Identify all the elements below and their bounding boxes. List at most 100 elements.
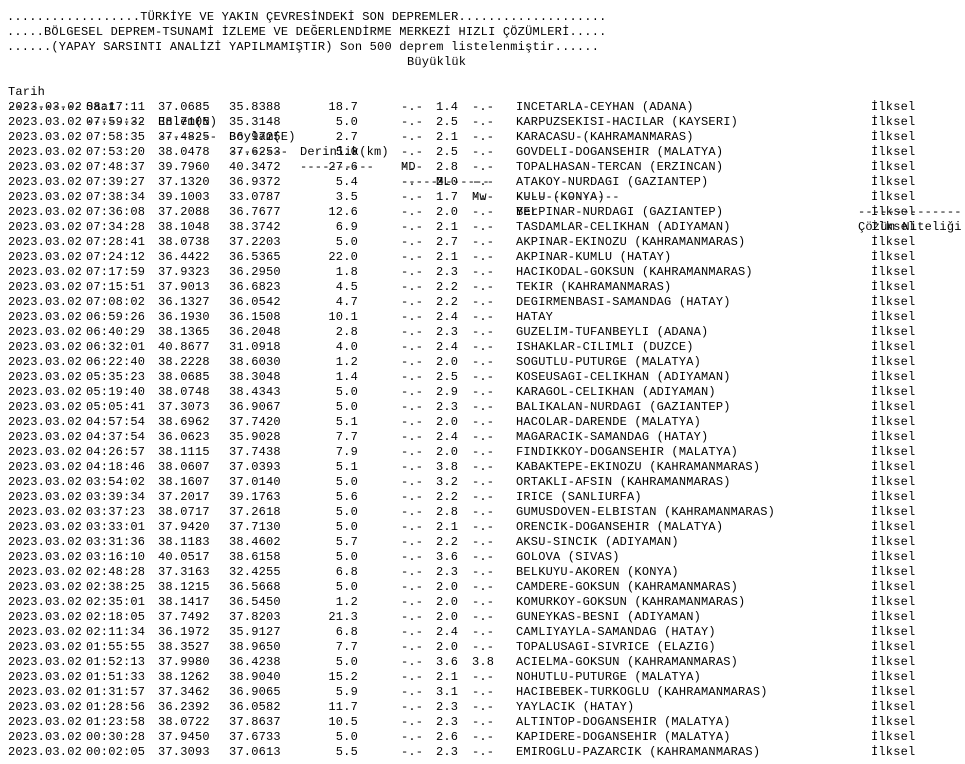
cell-date: 2023.03.02 xyxy=(8,610,83,624)
cell-mw: -.- xyxy=(472,325,495,339)
cell-time: 07:38:34 xyxy=(86,190,146,204)
cell-ml: 2.0 xyxy=(436,610,459,624)
cell-solution-quality: İlksel xyxy=(871,235,916,249)
cell-mw: -.- xyxy=(472,175,495,189)
cell-time: 04:57:54 xyxy=(86,415,146,429)
table-row: 2023.03.02 07:08:02 36.1327 36.0542 4.7 -.- 2.… xyxy=(0,295,965,310)
table-row: 2023.03.02 07:15:51 37.9013 36.6823 4.5 -.- 2.… xyxy=(0,280,965,295)
table-row: 2023.03.02 04:18:46 38.0607 37.0393 5.1 -.- 3.… xyxy=(0,460,965,475)
cell-ml: 2.6 xyxy=(436,730,459,744)
cell-depth: 3.5 xyxy=(335,190,358,204)
cell-depth: 15.2 xyxy=(328,670,358,684)
cell-time: 01:52:13 xyxy=(86,655,146,669)
cell-md: -.- xyxy=(401,190,424,204)
cell-time: 04:26:57 xyxy=(86,445,146,459)
cell-solution-quality: İlksel xyxy=(871,520,916,534)
cell-date: 2023.03.02 xyxy=(8,250,83,264)
cell-latitude: 38.1048 xyxy=(158,220,210,234)
cell-mw: -.- xyxy=(472,370,495,384)
cell-latitude: 36.1972 xyxy=(158,625,210,639)
cell-md: -.- xyxy=(401,595,424,609)
column-header-row: Tarih Saat Enlem(N) Boylam(E) Derinlik(k… xyxy=(0,70,965,234)
cell-latitude: 38.0717 xyxy=(158,505,210,519)
table-row: 2023.03.02 05:19:40 38.0748 38.4343 5.0 -.- 2.… xyxy=(0,385,965,400)
cell-ml: 2.8 xyxy=(436,160,459,174)
cell-ml: 2.4 xyxy=(436,310,459,324)
cell-solution-quality: İlksel xyxy=(871,310,916,324)
table-row: 2023.03.02 01:55:55 38.3527 38.9650 7.7 -.- 2.… xyxy=(0,640,965,655)
cell-latitude: 38.1115 xyxy=(158,445,210,459)
table-row: 2023.03.02 02:38:25 38.1215 36.5668 5.0 -.- 2.… xyxy=(0,580,965,595)
cell-location: TOPALHASAN-TERCAN (ERZINCAN) xyxy=(516,160,724,174)
cell-mw: -.- xyxy=(472,520,495,534)
cell-depth: 1.8 xyxy=(335,265,358,279)
cell-latitude: 38.0738 xyxy=(158,235,210,249)
cell-date: 2023.03.02 xyxy=(8,475,83,489)
cell-location: TOPALUSAGI-SIVRICE (ELAZIG) xyxy=(516,640,716,654)
cell-latitude: 37.9980 xyxy=(158,655,210,669)
cell-date: 2023.03.02 xyxy=(8,445,83,459)
cell-latitude: 40.0517 xyxy=(158,550,210,564)
cell-mw: -.- xyxy=(472,700,495,714)
cell-date: 2023.03.02 xyxy=(8,325,83,339)
cell-md: -.- xyxy=(401,280,424,294)
table-row: 2023.03.02 07:58:35 37.4825 36.9725 2.7 -.- 2.… xyxy=(0,130,965,145)
cell-longitude: 35.8388 xyxy=(229,100,281,114)
cell-ml: 2.3 xyxy=(436,400,459,414)
cell-md: -.- xyxy=(401,490,424,504)
cell-time: 07:53:20 xyxy=(86,145,146,159)
cell-date: 2023.03.02 xyxy=(8,430,83,444)
cell-md: -.- xyxy=(401,175,424,189)
cell-md: -.- xyxy=(401,100,424,114)
cell-ml: 3.8 xyxy=(436,460,459,474)
cell-time: 03:31:36 xyxy=(86,535,146,549)
cell-date: 2023.03.02 xyxy=(8,310,83,324)
cell-latitude: 39.1003 xyxy=(158,190,210,204)
cell-depth: 10.1 xyxy=(328,310,358,324)
cell-latitude: 38.0607 xyxy=(158,460,210,474)
cell-mw: -.- xyxy=(472,580,495,594)
cell-time: 03:33:01 xyxy=(86,520,146,534)
cell-solution-quality: İlksel xyxy=(871,400,916,414)
cell-location: DEGIRMENBASI-SAMANDAG (HATAY) xyxy=(516,295,731,309)
cell-depth: 2.8 xyxy=(335,325,358,339)
cell-ml: 2.7 xyxy=(436,235,459,249)
cell-latitude: 38.1417 xyxy=(158,595,210,609)
cell-ml: 2.3 xyxy=(436,325,459,339)
table-row: 2023.03.02 03:39:34 37.2017 39.1763 5.6 -.- 2.… xyxy=(0,490,965,505)
cell-solution-quality: İlksel xyxy=(871,550,916,564)
cell-time: 00:02:05 xyxy=(86,745,146,759)
cell-solution-quality: İlksel xyxy=(871,640,916,654)
cell-longitude: 36.6823 xyxy=(229,280,281,294)
cell-depth: 5.1 xyxy=(335,460,358,474)
cell-latitude: 37.2088 xyxy=(158,205,210,219)
cell-longitude: 38.3048 xyxy=(229,370,281,384)
cell-longitude: 36.4238 xyxy=(229,655,281,669)
cell-ml: 2.0 xyxy=(436,445,459,459)
cell-solution-quality: İlksel xyxy=(871,580,916,594)
cell-longitude: 36.9065 xyxy=(229,685,281,699)
cell-location: CAMDERE-GOKSUN (KAHRAMANMARAS) xyxy=(516,580,739,594)
cell-time: 07:17:59 xyxy=(86,265,146,279)
cell-depth: 5.0 xyxy=(335,235,358,249)
cell-longitude: 35.3148 xyxy=(229,115,281,129)
cell-mw: -.- xyxy=(472,550,495,564)
cell-mw: -.- xyxy=(472,610,495,624)
cell-depth: 5.7 xyxy=(335,535,358,549)
cell-depth: 12.6 xyxy=(328,205,358,219)
cell-solution-quality: İlksel xyxy=(871,145,916,159)
cell-ml: 2.9 xyxy=(436,385,459,399)
cell-depth: 4.5 xyxy=(335,280,358,294)
cell-ml: 2.0 xyxy=(436,640,459,654)
cell-depth: 18.7 xyxy=(328,100,358,114)
cell-longitude: 37.2203 xyxy=(229,235,281,249)
cell-solution-quality: İlksel xyxy=(871,475,916,489)
cell-location: GUZELIM-TUFANBEYLI (ADANA) xyxy=(516,325,709,339)
cell-date: 2023.03.02 xyxy=(8,295,83,309)
cell-time: 04:18:46 xyxy=(86,460,146,474)
cell-ml: 2.1 xyxy=(436,220,459,234)
cell-depth: 5.1 xyxy=(335,415,358,429)
cell-solution-quality: İlksel xyxy=(871,685,916,699)
cell-longitude: 38.4602 xyxy=(229,535,281,549)
cell-mw: -.- xyxy=(472,340,495,354)
